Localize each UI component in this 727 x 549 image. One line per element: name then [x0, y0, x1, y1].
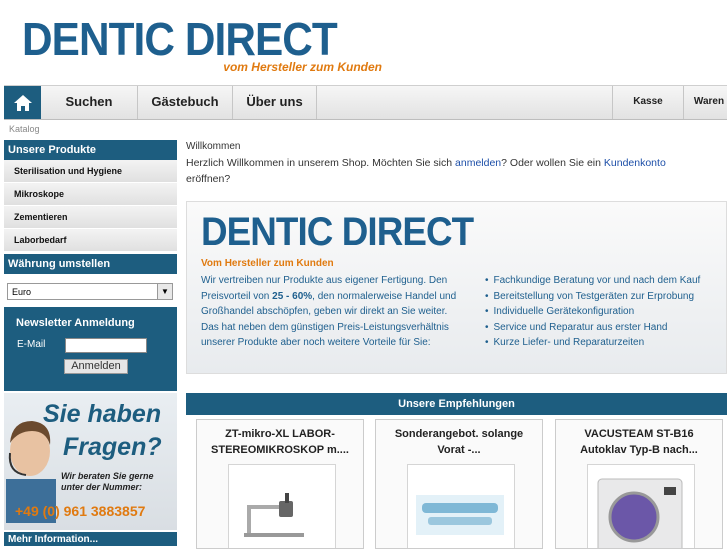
info-banner: DENTIC DIRECT Vom Hersteller zum Kunden …	[186, 201, 727, 374]
welcome-post: eröffnen?	[186, 173, 231, 185]
welcome-title: Willkommen	[186, 141, 241, 152]
promo-sub2: unter der Nummer:	[61, 482, 143, 492]
nav-ueber-uns[interactable]: Über uns	[233, 86, 317, 119]
currency-value: Euro	[12, 287, 32, 297]
account-link[interactable]: Kundenkonto	[604, 157, 666, 169]
newsletter-box: Newsletter Anmeldung E-Mail Anmelden	[4, 307, 177, 391]
subscribe-button[interactable]: Anmelden	[64, 359, 128, 374]
category-sterilisation[interactable]: Sterilisation und Hygiene	[4, 160, 177, 183]
promo-line1: Sie haben	[43, 400, 162, 428]
product-title[interactable]: ZT-mikro-XL LABOR-STEREOMIKROSKOP m....	[201, 426, 359, 458]
more-info-link[interactable]: Mehr Information...	[4, 532, 177, 546]
nav-suchen[interactable]: Suchen	[41, 86, 138, 119]
benefits-list: Fachkundige Beratung vor und nach dem Ka…	[485, 273, 701, 351]
home-icon	[13, 94, 32, 111]
sidebar: Unsere Produkte Sterilisation und Hygien…	[4, 140, 177, 274]
nav-waren[interactable]: Waren	[683, 86, 727, 119]
recommendations-heading: Unsere Empfehlungen	[186, 393, 727, 415]
benefit-item: Individuelle Gerätekonfiguration	[485, 304, 700, 320]
banner-logo: DENTIC DIRECT	[201, 210, 474, 254]
product-image[interactable]	[587, 464, 695, 548]
instruments-image	[416, 495, 504, 535]
product-title[interactable]: VACUSTEAM ST-B16 Autoklav Typ-B nach...	[560, 426, 718, 458]
currency-heading: Währung umstellen	[4, 254, 177, 274]
microscope-image	[244, 493, 304, 537]
product-image[interactable]	[228, 464, 336, 548]
newsletter-title: Newsletter Anmeldung	[16, 317, 135, 329]
benefit-item: Fachkundige Beratung vor und nach dem Ka…	[485, 273, 701, 289]
benefit-item: Bereitstellung von Testgeräten zur Erpro…	[485, 289, 700, 305]
product-card[interactable]: Sonderangebot. solange Vorat -...	[375, 419, 543, 549]
promo-sub1: Wir beraten Sie gerne	[61, 471, 154, 481]
category-mikroskope[interactable]: Mikroskope	[4, 183, 177, 206]
email-label: E-Mail	[17, 339, 46, 350]
category-zementieren[interactable]: Zementieren	[4, 206, 177, 229]
product-card[interactable]: ZT-mikro-XL LABOR-STEREOMIKROSKOP m....	[196, 419, 364, 549]
banner-description: Wir vertreiben nur Produkte aus eigener …	[201, 273, 466, 351]
benefit-item: Service und Reparatur aus erster Hand	[485, 320, 700, 336]
banner-desc-bold: 25 - 60%	[272, 290, 313, 302]
promo-subtext: Wir beraten Sie gerne unter der Nummer:	[61, 471, 153, 493]
breadcrumb[interactable]: Katalog	[9, 124, 40, 134]
main-nav: Suchen Gästebuch Über uns Kasse Waren	[4, 85, 727, 120]
banner-slogan: Vom Hersteller zum Kunden	[201, 258, 334, 269]
promo-line2: Fragen?	[63, 433, 162, 461]
contact-promo[interactable]: Sie haben Fragen? Wir beraten Sie gerne …	[4, 393, 177, 530]
chevron-down-icon[interactable]: ▼	[157, 284, 172, 299]
currency-select[interactable]: Euro ▼	[7, 283, 173, 300]
product-title[interactable]: Sonderangebot. solange Vorat -...	[380, 426, 538, 458]
category-laborbedarf[interactable]: Laborbedarf	[4, 229, 177, 252]
phone-number: +49 (0) 961 3883857	[15, 503, 146, 519]
benefit-item: Kurze Liefer- und Reparaturzeiten	[485, 335, 700, 351]
welcome-pre: Herzlich Willkommen in unserem Shop. Möc…	[186, 157, 456, 169]
logo-slogan: vom Hersteller zum Kunden	[223, 60, 382, 74]
logo-text: DENTIC DIRECT	[22, 13, 338, 65]
product-card[interactable]: VACUSTEAM ST-B16 Autoklav Typ-B nach...	[555, 419, 723, 549]
product-image[interactable]	[407, 464, 515, 548]
login-link[interactable]: anmelden	[455, 157, 501, 169]
nav-home-button[interactable]	[4, 86, 41, 119]
autoclave-image	[597, 478, 683, 548]
nav-kasse[interactable]: Kasse	[612, 86, 683, 119]
products-heading: Unsere Produkte	[4, 140, 177, 160]
nav-gaestebuch[interactable]: Gästebuch	[138, 86, 233, 119]
email-field[interactable]	[65, 338, 147, 353]
welcome-mid: ? Oder wollen Sie ein	[501, 157, 604, 169]
site-logo[interactable]: DENTIC DIRECT vom Hersteller zum Kunden	[22, 12, 402, 77]
welcome-text: Herzlich Willkommen in unserem Shop. Möc…	[186, 155, 726, 187]
